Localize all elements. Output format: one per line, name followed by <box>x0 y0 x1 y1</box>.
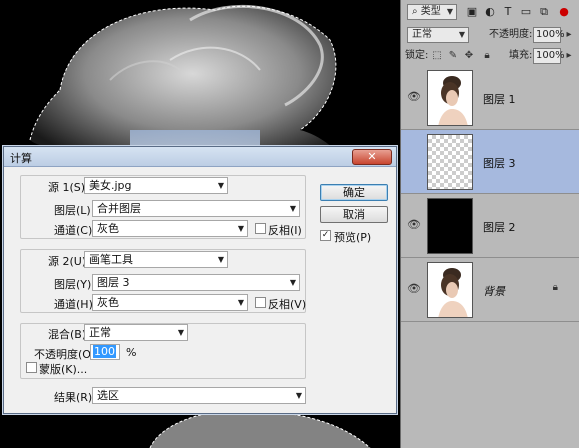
source2-channel-select[interactable]: 灰色 ▼ <box>92 294 248 311</box>
source2-invert-checkbox[interactable] <box>255 297 266 308</box>
blend-mode-value: 正常 <box>412 29 432 40</box>
fill-input[interactable]: 100% <box>533 48 565 64</box>
source1-channel-select[interactable]: 灰色 ▼ <box>92 220 248 237</box>
mask-checkbox[interactable] <box>26 362 37 373</box>
calculations-dialog: 计算 ✕ 源 1(S): 美女.jpg ▼ 图层(L): 合并图层 ▼ 通道(C… <box>3 146 397 414</box>
visibility-eye-icon[interactable]: 👁︎ <box>407 90 421 104</box>
source2-invert-label: 反相(V) <box>268 298 307 311</box>
blend-mode-select[interactable]: 正常 ▼ <box>407 27 469 43</box>
layer-thumbnail <box>427 198 473 254</box>
dialog-title: 计算 <box>10 152 32 165</box>
source1-layer-value: 合并图层 <box>97 202 141 215</box>
lock-transparent-icon[interactable]: ⬚ <box>431 50 443 62</box>
source2-select[interactable]: 画笔工具 ▼ <box>84 251 228 268</box>
visibility-eye-icon[interactable] <box>407 154 421 168</box>
layer-thumbnail <box>427 262 473 318</box>
filter-type-icon[interactable]: T <box>501 5 515 19</box>
layer-name[interactable]: 图层 3 <box>483 155 516 171</box>
opacity-label: 不透明度: <box>489 29 533 40</box>
source1-invert-checkbox[interactable] <box>255 223 266 234</box>
fill-value: 100% <box>536 50 565 61</box>
close-button[interactable]: ✕ <box>352 149 392 165</box>
result-label: 结果(R): <box>54 391 96 404</box>
lock-label: 锁定: <box>405 50 429 61</box>
source2-layer-select[interactable]: 图层 3 ▼ <box>92 274 300 291</box>
source2-channel-label: 通道(H): <box>54 298 97 311</box>
blending-opacity-unit: % <box>126 346 137 359</box>
layer-thumbnail <box>427 134 473 190</box>
layer-row[interactable]: 👁︎ 图层 1 <box>401 66 579 130</box>
preview-checkbox[interactable]: ✓ <box>320 230 331 241</box>
source2-layer-value: 图层 3 <box>97 276 130 289</box>
filter-kind-label: 类型 <box>420 6 441 17</box>
chevron-down-icon: ▼ <box>217 255 224 264</box>
opacity-input[interactable]: 100% <box>533 27 565 43</box>
filter-shape-icon[interactable]: ▭ <box>519 5 533 19</box>
chevron-down-icon: ▼ <box>295 391 302 400</box>
blending-select[interactable]: 正常 ▼ <box>84 324 188 341</box>
blending-opacity-value: 100 <box>93 345 116 358</box>
preview-label: 预览(P) <box>334 231 372 244</box>
lock-position-icon[interactable]: ✥ <box>463 50 475 62</box>
source1-channel-label: 通道(C): <box>54 224 96 237</box>
source1-select[interactable]: 美女.jpg ▼ <box>84 177 228 194</box>
checkmark-icon: ✓ <box>321 230 330 240</box>
chevron-down-icon: ▼ <box>289 204 296 213</box>
layer-row[interactable]: 👁︎ 背景 🔒︎ <box>401 258 579 322</box>
blending-opacity-input[interactable]: 100 <box>90 344 120 360</box>
blending-value: 正常 <box>89 326 111 339</box>
opacity-slider-icon[interactable]: ▸ <box>563 29 575 41</box>
source1-channel-value: 灰色 <box>97 222 119 235</box>
filter-adjustment-icon[interactable]: ◐ <box>483 5 497 19</box>
portrait-thumbnail-image <box>438 268 468 317</box>
source2-channel-value: 灰色 <box>97 296 119 309</box>
filter-smart-object-icon[interactable]: ⧉ <box>537 5 551 19</box>
source1-layer-select[interactable]: 合并图层 ▼ <box>92 200 300 217</box>
close-icon: ✕ <box>367 150 377 163</box>
visibility-eye-icon[interactable]: 👁︎ <box>407 218 421 232</box>
filter-pixel-icon[interactable]: ▣ <box>465 5 479 19</box>
chevron-down-icon: ▼ <box>217 181 224 190</box>
dialog-titlebar[interactable]: 计算 ✕ <box>4 147 396 167</box>
chevron-down-icon: ▼ <box>177 328 184 337</box>
layer-name[interactable]: 图层 1 <box>483 91 516 107</box>
fill-label: 填充: <box>509 50 533 61</box>
chevron-down-icon: ▼ <box>237 298 244 307</box>
source2-value: 画笔工具 <box>89 253 133 266</box>
filter-toggle-icon[interactable]: ● <box>557 5 571 19</box>
mask-label: 蒙版(K)... <box>39 363 88 376</box>
layer-name[interactable]: 图层 2 <box>483 219 516 235</box>
visibility-eye-icon[interactable]: 👁︎ <box>407 282 421 296</box>
filter-search-icon: ⌕ <box>412 6 421 17</box>
lock-all-icon[interactable]: 🔒︎ <box>481 50 493 62</box>
layer-row[interactable]: 图层 3 <box>401 130 579 194</box>
chevron-down-icon: ▼ <box>237 224 244 233</box>
lock-pixels-icon[interactable]: ✎ <box>447 50 459 62</box>
source1-invert-label: 反相(I) <box>268 224 302 237</box>
cancel-button[interactable]: 取消 <box>320 206 388 223</box>
chevron-down-icon: ▼ <box>289 278 296 287</box>
layers-panel: ⌕ 类型 ▼ ▣ ◐ T ▭ ⧉ ● 正常 ▼ 不透明度: 100% ▸ 锁定:… <box>400 0 579 448</box>
portrait-thumbnail-image <box>438 76 468 125</box>
result-select[interactable]: 选区 ▼ <box>92 387 306 404</box>
source1-label: 源 1(S): <box>48 181 89 194</box>
fill-slider-icon[interactable]: ▸ <box>563 50 575 62</box>
ok-button[interactable]: 确定 <box>320 184 388 201</box>
layer-filter-select[interactable]: ⌕ 类型 ▼ <box>407 4 457 20</box>
source1-layer-label: 图层(L): <box>54 204 95 217</box>
source1-value: 美女.jpg <box>89 179 132 192</box>
layer-lock-icon: 🔒︎ <box>552 282 558 293</box>
opacity-value: 100% <box>536 29 565 40</box>
shoulder-shape <box>150 410 370 448</box>
layer-name[interactable]: 背景 <box>483 283 505 299</box>
result-value: 选区 <box>97 389 119 402</box>
chevron-down-icon: ▼ <box>446 7 453 16</box>
layer-thumbnail <box>427 70 473 126</box>
source2-layer-label: 图层(Y): <box>54 278 96 291</box>
chevron-down-icon: ▼ <box>458 30 465 39</box>
layer-row[interactable]: 👁︎ 图层 2 <box>401 194 579 258</box>
